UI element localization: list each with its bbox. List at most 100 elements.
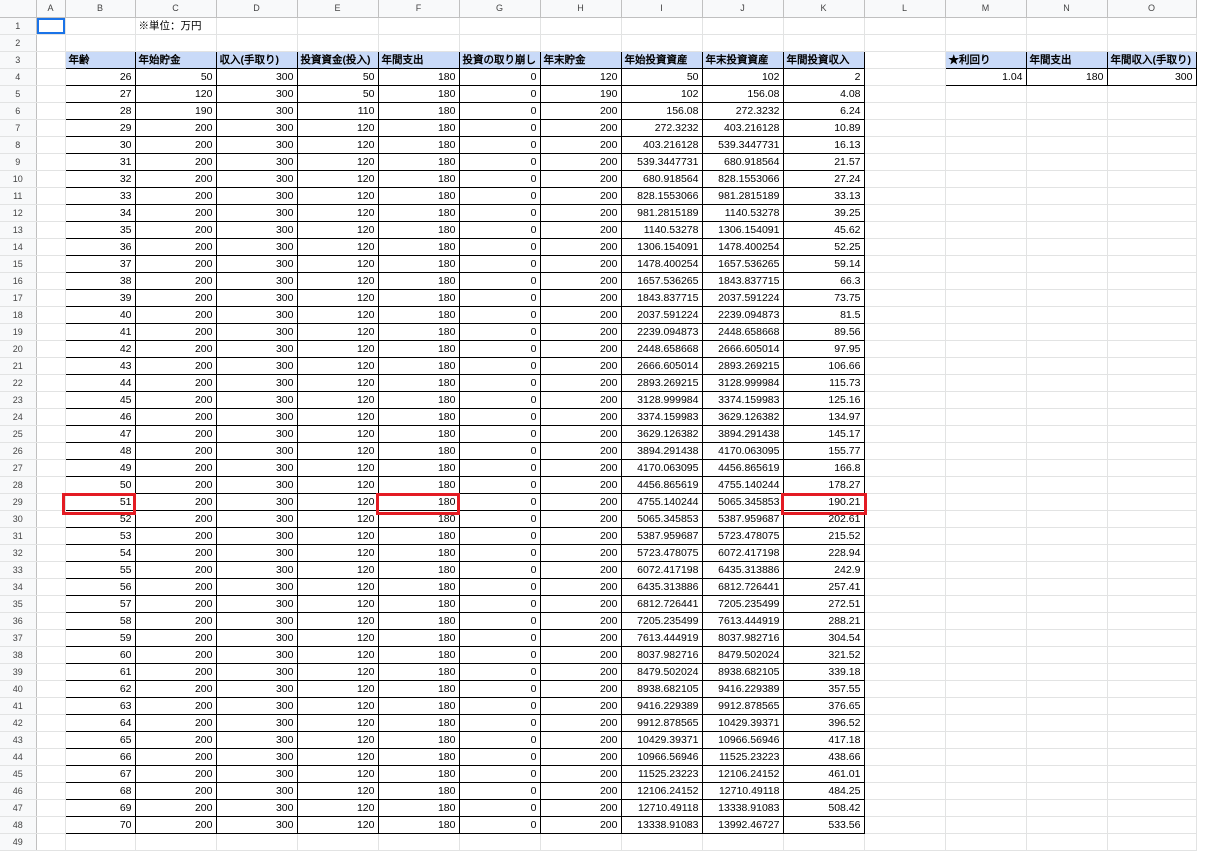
table-cell[interactable]: 0 bbox=[458, 747, 541, 766]
row-header-13[interactable]: 13 bbox=[0, 221, 37, 239]
table-cell[interactable]: 0 bbox=[458, 594, 541, 613]
cell[interactable] bbox=[945, 85, 1027, 103]
table-cell[interactable]: 200 bbox=[134, 475, 217, 494]
row-header-47[interactable]: 47 bbox=[0, 799, 37, 817]
table-cell[interactable]: 4.08 bbox=[782, 84, 865, 103]
param-value[interactable]: 180 bbox=[1025, 67, 1108, 86]
table-header[interactable]: 年間支出 bbox=[377, 50, 460, 69]
table-cell[interactable]: 0 bbox=[458, 764, 541, 783]
table-cell[interactable]: 180 bbox=[377, 169, 460, 188]
table-cell[interactable]: 300 bbox=[215, 815, 298, 834]
table-cell[interactable]: 2448.658668 bbox=[620, 339, 703, 358]
cell[interactable] bbox=[1107, 425, 1197, 443]
table-cell[interactable]: 0 bbox=[458, 509, 541, 528]
table-cell[interactable]: 300 bbox=[215, 271, 298, 290]
table-cell[interactable]: 3128.999984 bbox=[620, 390, 703, 409]
table-cell[interactable]: 300 bbox=[215, 747, 298, 766]
cell[interactable] bbox=[945, 289, 1027, 307]
cell[interactable] bbox=[1107, 357, 1197, 375]
table-cell[interactable]: 200 bbox=[539, 288, 622, 307]
cell[interactable] bbox=[1107, 578, 1197, 596]
table-cell[interactable]: 33 bbox=[64, 186, 136, 205]
row-header-12[interactable]: 12 bbox=[0, 204, 37, 222]
row-header-24[interactable]: 24 bbox=[0, 408, 37, 426]
table-cell[interactable]: 120 bbox=[296, 645, 379, 664]
cell[interactable] bbox=[864, 289, 946, 307]
row-header-18[interactable]: 18 bbox=[0, 306, 37, 324]
table-cell[interactable]: 180 bbox=[377, 152, 460, 171]
cell[interactable] bbox=[36, 85, 66, 103]
table-cell[interactable]: 110 bbox=[296, 101, 379, 120]
table-cell[interactable]: 300 bbox=[215, 526, 298, 545]
table-cell[interactable]: 120 bbox=[296, 390, 379, 409]
table-cell[interactable]: 0 bbox=[458, 696, 541, 715]
table-cell[interactable]: 6435.313886 bbox=[620, 577, 703, 596]
table-cell[interactable]: 200 bbox=[134, 594, 217, 613]
row-header-49[interactable]: 49 bbox=[0, 833, 37, 851]
table-cell[interactable]: 200 bbox=[539, 509, 622, 528]
cell[interactable] bbox=[36, 578, 66, 596]
table-header[interactable]: 投資の取り崩し bbox=[458, 50, 541, 69]
row-header-23[interactable]: 23 bbox=[0, 391, 37, 409]
table-cell[interactable]: 0 bbox=[458, 781, 541, 800]
table-cell[interactable]: 300 bbox=[215, 577, 298, 596]
table-cell[interactable]: 49 bbox=[64, 458, 136, 477]
table-cell[interactable]: 4170.063095 bbox=[701, 441, 784, 460]
cell[interactable] bbox=[1026, 323, 1108, 341]
table-cell[interactable]: 200 bbox=[134, 781, 217, 800]
cell[interactable] bbox=[1026, 17, 1108, 35]
table-cell[interactable]: 6072.417198 bbox=[620, 560, 703, 579]
table-cell[interactable]: 45.62 bbox=[782, 220, 865, 239]
table-cell[interactable]: 272.51 bbox=[782, 594, 865, 613]
table-cell[interactable]: 200 bbox=[134, 577, 217, 596]
table-cell[interactable]: 9912.878565 bbox=[701, 696, 784, 715]
table-cell[interactable]: 200 bbox=[134, 305, 217, 324]
table-cell[interactable]: 3894.291438 bbox=[620, 441, 703, 460]
table-cell[interactable]: 120 bbox=[296, 509, 379, 528]
cell[interactable] bbox=[864, 731, 946, 749]
table-cell[interactable]: 300 bbox=[215, 84, 298, 103]
table-cell[interactable]: 180 bbox=[377, 356, 460, 375]
row-header-34[interactable]: 34 bbox=[0, 578, 37, 596]
table-cell[interactable]: 200 bbox=[539, 594, 622, 613]
table-cell[interactable]: 508.42 bbox=[782, 798, 865, 817]
cell[interactable] bbox=[36, 102, 66, 120]
table-cell[interactable]: 43 bbox=[64, 356, 136, 375]
table-cell[interactable]: 300 bbox=[215, 798, 298, 817]
table-cell[interactable]: 120 bbox=[296, 254, 379, 273]
cell[interactable] bbox=[1107, 748, 1197, 766]
cell[interactable] bbox=[864, 255, 946, 273]
cell[interactable] bbox=[1026, 204, 1108, 222]
table-cell[interactable]: 200 bbox=[539, 254, 622, 273]
row-header-28[interactable]: 28 bbox=[0, 476, 37, 494]
table-cell[interactable]: 180 bbox=[377, 594, 460, 613]
table-cell[interactable]: 0 bbox=[458, 577, 541, 596]
cell[interactable] bbox=[135, 833, 217, 851]
cell[interactable] bbox=[945, 697, 1027, 715]
cell[interactable] bbox=[864, 238, 946, 256]
cell[interactable] bbox=[1107, 136, 1197, 154]
table-cell[interactable]: 200 bbox=[539, 662, 622, 681]
table-cell[interactable]: 200 bbox=[539, 679, 622, 698]
cell[interactable] bbox=[1026, 85, 1108, 103]
table-cell[interactable]: 8479.502024 bbox=[620, 662, 703, 681]
cell[interactable] bbox=[864, 204, 946, 222]
table-cell[interactable]: 13992.46727 bbox=[701, 815, 784, 834]
table-header[interactable]: 年末投資資産 bbox=[701, 50, 784, 69]
table-cell[interactable]: 73.75 bbox=[782, 288, 865, 307]
table-cell[interactable]: 0 bbox=[458, 526, 541, 545]
table-cell[interactable]: 50 bbox=[620, 67, 703, 86]
table-cell[interactable]: 200 bbox=[134, 118, 217, 137]
table-cell[interactable]: 200 bbox=[539, 526, 622, 545]
column-header-C[interactable]: C bbox=[135, 0, 217, 18]
table-cell[interactable]: 7613.444919 bbox=[701, 611, 784, 630]
cell[interactable] bbox=[36, 442, 66, 460]
cell[interactable] bbox=[36, 272, 66, 290]
table-cell[interactable]: 533.56 bbox=[782, 815, 865, 834]
table-cell[interactable]: 300 bbox=[215, 492, 298, 511]
cell[interactable] bbox=[864, 510, 946, 528]
table-cell[interactable]: 180 bbox=[377, 458, 460, 477]
table-cell[interactable]: 200 bbox=[134, 424, 217, 443]
table-cell[interactable]: 272.3232 bbox=[701, 101, 784, 120]
cell[interactable] bbox=[1026, 221, 1108, 239]
